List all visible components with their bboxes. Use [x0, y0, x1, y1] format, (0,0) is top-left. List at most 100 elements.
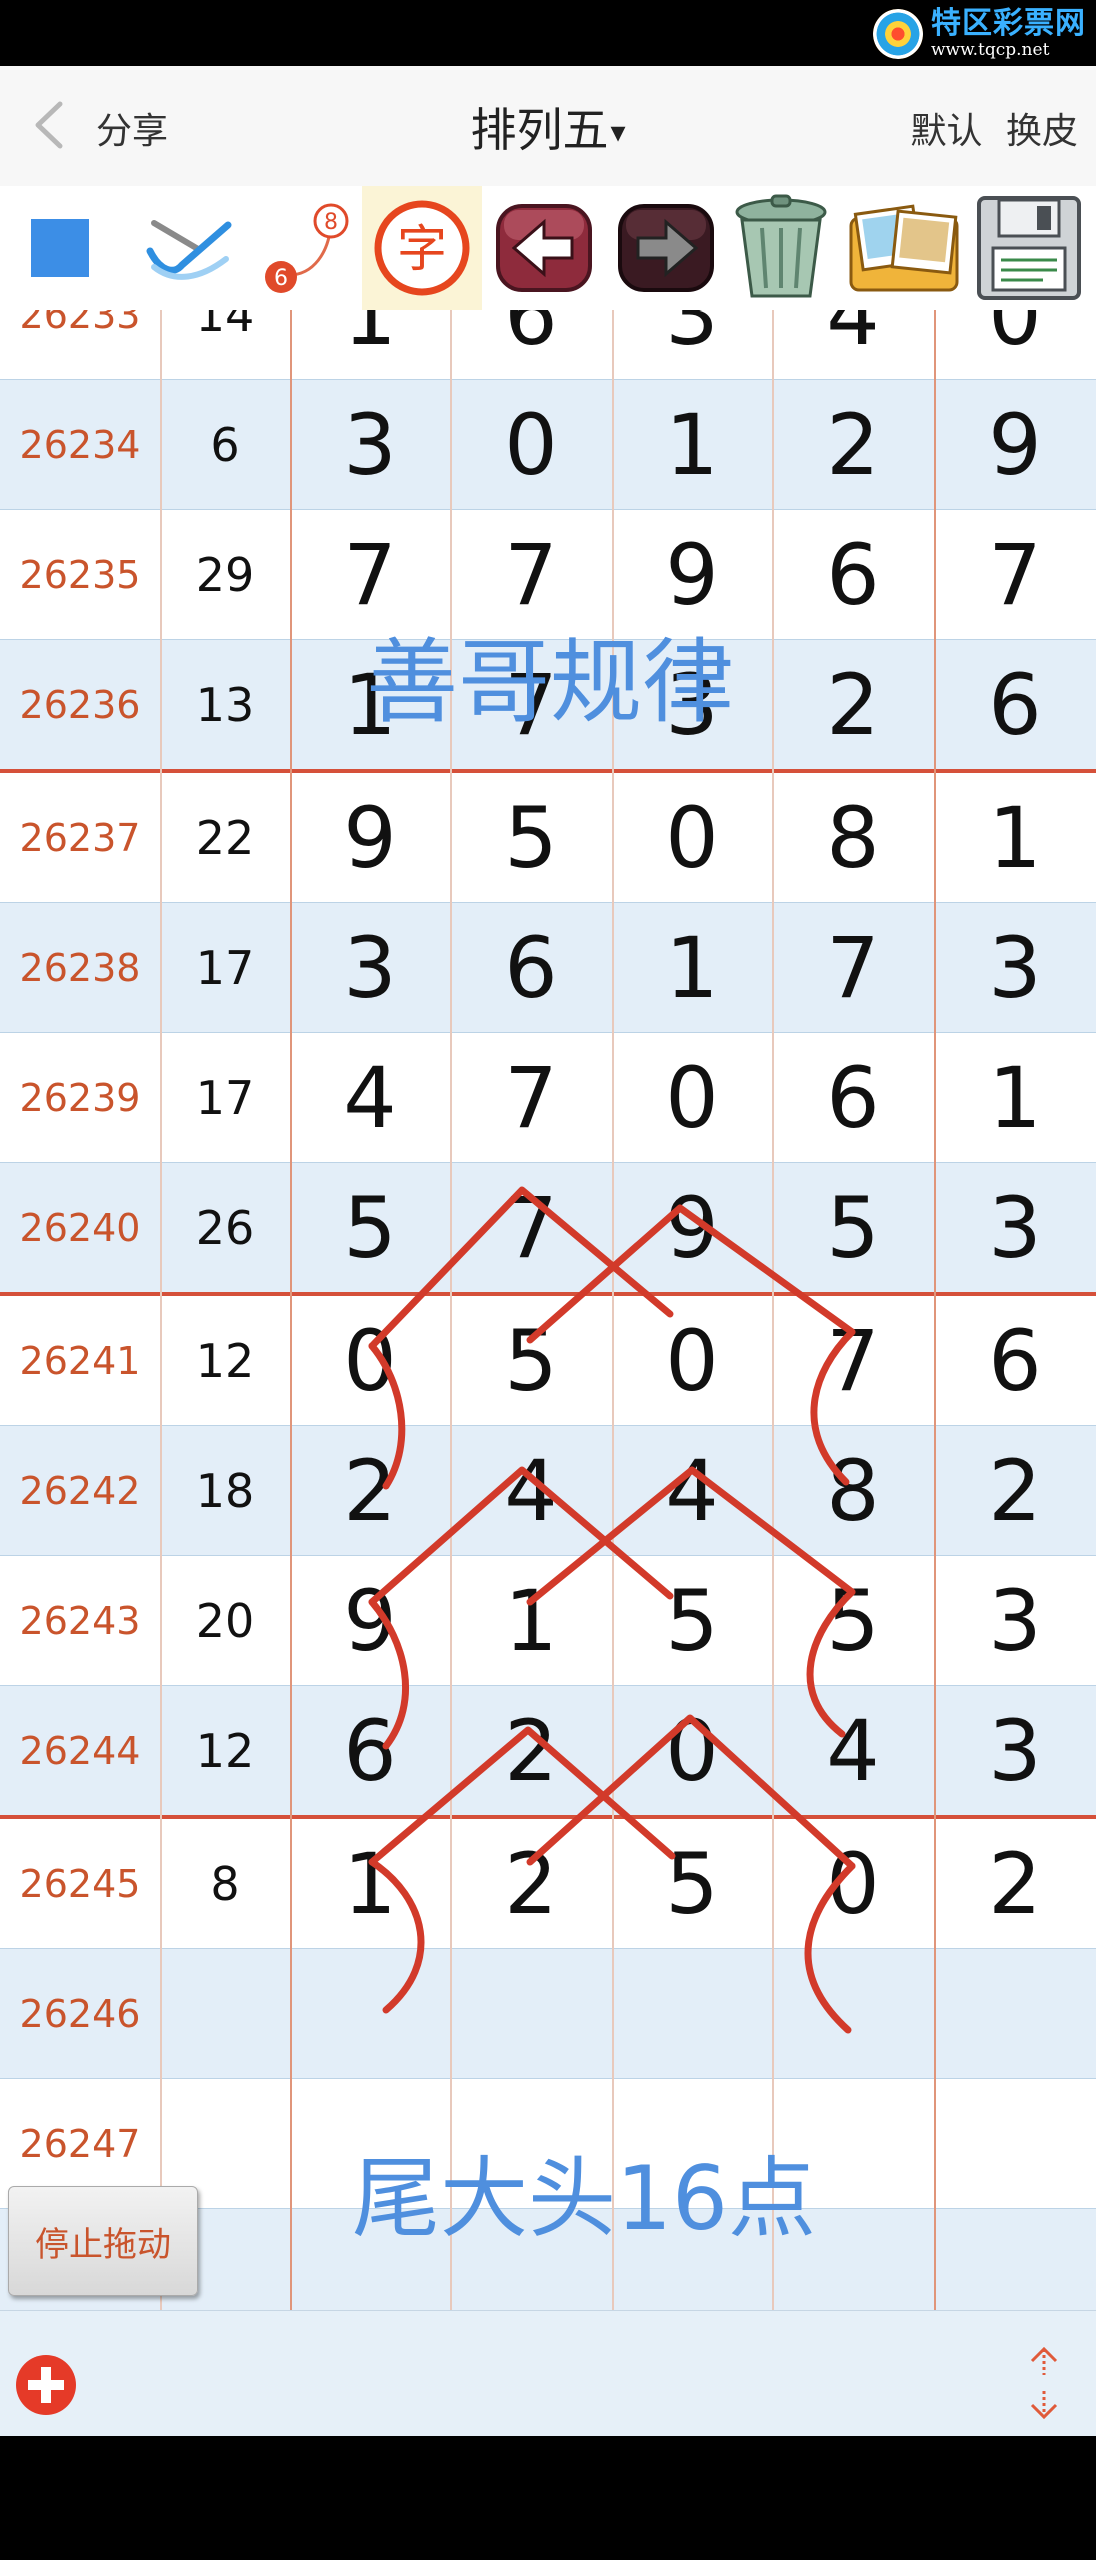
digit-cell: 2	[504, 1834, 558, 1933]
add-circle-icon[interactable]	[14, 2353, 78, 2417]
digit-cell	[450, 2079, 612, 2208]
digit-cell: 0	[665, 788, 719, 887]
digit-cell	[772, 2209, 934, 2310]
digit-cell: 2	[988, 1834, 1042, 1933]
digit-sum: 26	[195, 1200, 255, 1255]
clear-tool[interactable]	[722, 186, 840, 310]
digit-cell: 7	[826, 918, 880, 1017]
watermark-logo-icon	[873, 9, 923, 59]
undo-tool[interactable]	[488, 186, 600, 310]
digit-cell: 1	[988, 1048, 1042, 1147]
digit-cell: 0	[665, 1701, 719, 1800]
draw-table[interactable]: 26233 14 1 6 3 4 0 26234 6 3 0 1 2 9 26235 29 7 7 9 6 7 26236…	[0, 310, 1096, 2310]
digit-cell: 9	[343, 788, 397, 887]
digit-sum: 6	[210, 417, 240, 472]
digit-cell: 9	[988, 395, 1042, 494]
default-button[interactable]: 默认	[911, 111, 983, 152]
blue-square-tool[interactable]	[0, 186, 120, 310]
table-row: 26240 26 5 7 9 5 3	[0, 1163, 1096, 1296]
issue-number: 26233	[19, 310, 141, 337]
digit-cell	[612, 2209, 772, 2310]
digit-cell: 7	[988, 525, 1042, 624]
issue-number: 26243	[19, 1598, 141, 1643]
save-tool[interactable]	[970, 186, 1088, 310]
digit-cell: 1	[988, 788, 1042, 887]
digit-sum: 14	[195, 310, 255, 342]
digit-cell: 0	[665, 1311, 719, 1410]
digit-sum: 13	[195, 677, 255, 732]
table-row: 26241 12 0 5 0 7 6	[0, 1296, 1096, 1426]
digit-cell: 7	[504, 525, 558, 624]
digit-cell: 3	[343, 395, 397, 494]
table-row: 26239 17 4 7 0 6 1	[0, 1033, 1096, 1163]
digit-cell	[772, 1949, 934, 2078]
text-tool[interactable]: 字	[362, 186, 482, 310]
digit-cell: 2	[504, 1701, 558, 1800]
redo-tool[interactable]	[610, 186, 722, 310]
table-row: 26245 8 1 2 5 0 2	[0, 1819, 1096, 1949]
digit-cell: 3	[988, 1701, 1042, 1800]
digit-cell: 5	[826, 1571, 880, 1670]
digit-cell	[450, 2209, 612, 2310]
digit-cell: 2	[826, 655, 880, 754]
digit-cell: 0	[988, 310, 1042, 364]
issue-number: 26239	[19, 1075, 141, 1120]
issue-number: 26238	[19, 945, 141, 990]
digit-cell: 7	[826, 1311, 880, 1410]
change-skin-button[interactable]: 换皮	[1006, 111, 1078, 152]
watermark-title: 特区彩票网	[931, 6, 1086, 41]
table-row: 26243 20 9 1 5 5 3	[0, 1556, 1096, 1686]
digit-cell: 3	[988, 918, 1042, 1017]
table-row: 26237 22 9 5 0 8 1	[0, 773, 1096, 903]
badge-top: 8	[324, 210, 338, 235]
digit-cell: 0	[504, 395, 558, 494]
digit-cell	[934, 2209, 1096, 2310]
issue-number: 26242	[19, 1468, 141, 1513]
digit-cell: 4	[504, 1441, 558, 1540]
watermark-url: www.tqcp.net	[931, 40, 1050, 60]
digit-cell: 3	[665, 310, 719, 364]
issue-number: 26235	[19, 552, 141, 597]
digit-cell: 1	[343, 310, 397, 364]
text-char-icon: 字	[374, 200, 470, 296]
watermark: 特区彩票网 www.tqcp.net	[873, 6, 1086, 62]
redo-arrow-icon	[618, 204, 714, 292]
digit-cell: 3	[988, 1178, 1042, 1277]
digit-sum: 12	[195, 1723, 255, 1778]
digit-cell: 6	[826, 525, 880, 624]
table-row: 26235 29 7 7 9 6 7	[0, 510, 1096, 640]
pen-check-tool[interactable]	[130, 186, 250, 310]
table-row: 26233 14 1 6 3 4 0	[0, 310, 1096, 380]
pen-checkmark-icon	[146, 220, 232, 280]
number-link-tool[interactable]: 8 6	[250, 186, 360, 310]
badge-bottom: 6	[274, 266, 288, 291]
digit-cell: 9	[665, 525, 719, 624]
issue-number: 26236	[19, 682, 141, 727]
digit-cell	[612, 1949, 772, 2078]
issue-number: 26237	[19, 815, 141, 860]
digit-cell: 7	[343, 525, 397, 624]
digit-sum: 17	[195, 940, 255, 995]
chevron-down-icon: ▾	[610, 115, 626, 150]
text-char: 字	[397, 220, 447, 278]
gallery-tool[interactable]	[842, 186, 966, 310]
digit-cell: 5	[504, 788, 558, 887]
system-nav-area	[0, 2436, 1096, 2560]
table-row: 26238 17 3 6 1 7 3	[0, 903, 1096, 1033]
digit-cell: 9	[665, 1178, 719, 1277]
digit-cell	[450, 1949, 612, 2078]
digit-sum: 29	[195, 547, 255, 602]
title-dropdown[interactable]: 排列五▾	[470, 103, 625, 157]
table-row: 26236 13 1 7 3 2 6	[0, 640, 1096, 773]
digit-cell: 8	[826, 788, 880, 887]
blue-square-icon	[31, 219, 89, 277]
digit-cell	[290, 1949, 450, 2078]
digit-cell: 9	[343, 1571, 397, 1670]
stop-drag-button[interactable]: 停止拖动	[8, 2186, 198, 2296]
digit-cell: 2	[826, 395, 880, 494]
table-row: 26242 18 2 4 4 8 2	[0, 1426, 1096, 1556]
digit-cell: 0	[826, 1834, 880, 1933]
issue-number: 26246	[19, 1991, 141, 2036]
issue-number: 26240	[19, 1205, 141, 1250]
sort-arrows-icon[interactable]	[1022, 2345, 1066, 2421]
